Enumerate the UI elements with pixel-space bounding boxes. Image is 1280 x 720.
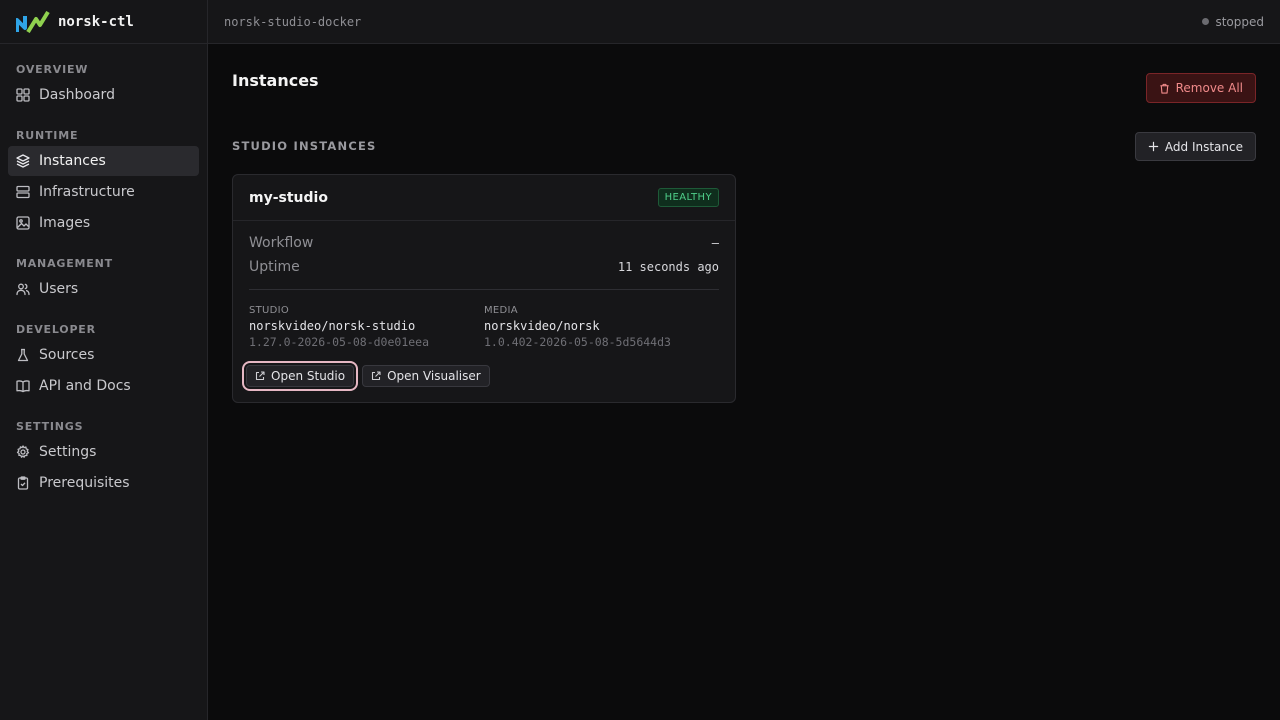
sidebar-item-label: Users xyxy=(39,281,79,297)
clipboard-icon xyxy=(17,476,29,490)
page-title: Instances xyxy=(232,71,319,90)
image-icon xyxy=(16,216,30,230)
nav-section-settings: SETTINGS Settings Prerequisites xyxy=(0,419,207,498)
sidebar-item-label: Infrastructure xyxy=(39,184,135,200)
sidebar-item-label: API and Docs xyxy=(39,378,131,394)
sidebar: norsk-ctl OVERVIEW Dashboard RUNTIME Ins… xyxy=(0,0,208,720)
add-instance-label: Add Instance xyxy=(1164,139,1243,154)
media-image-name: norskvideo/norsk xyxy=(484,319,600,333)
nav-section-title: OVERVIEW xyxy=(16,63,89,76)
sidebar-item-settings[interactable]: Settings xyxy=(8,437,199,467)
workflow-label: Workflow xyxy=(249,235,314,251)
sidebar-item-images[interactable]: Images xyxy=(8,208,199,238)
open-visualiser-label: Open Visualiser xyxy=(387,369,481,383)
sidebar-item-label: Prerequisites xyxy=(39,475,130,491)
sidebar-item-label: Images xyxy=(39,215,91,231)
image-info: STUDIO norskvideo/norsk-studio 1.27.0-20… xyxy=(249,305,719,349)
instance-name: my-studio xyxy=(249,189,328,206)
status-indicator: stopped xyxy=(1202,15,1264,29)
instance-card: my-studio HEALTHY Workflow – Uptime 11 s… xyxy=(232,174,736,403)
brand[interactable]: norsk-ctl xyxy=(0,0,207,44)
sidebar-item-infrastructure[interactable]: Infrastructure xyxy=(8,177,199,207)
status-dot-icon xyxy=(1202,18,1210,25)
nav-section-title: RUNTIME xyxy=(16,129,79,142)
sidebar-item-sources[interactable]: Sources xyxy=(8,340,199,370)
sidebar-item-label: Instances xyxy=(39,153,106,169)
nav-section-overview: OVERVIEW Dashboard xyxy=(0,62,207,110)
sidebar-item-instances[interactable]: Instances xyxy=(8,146,199,176)
external-link-icon xyxy=(372,371,381,381)
open-studio-label: Open Studio xyxy=(271,369,346,383)
plus-icon xyxy=(1148,141,1159,152)
sidebar-item-label: Settings xyxy=(39,444,97,460)
status-text: stopped xyxy=(1215,14,1264,29)
book-icon xyxy=(16,380,30,393)
workflow-row: Workflow – xyxy=(249,231,719,255)
open-visualiser-button[interactable]: Open Visualiser xyxy=(362,365,490,387)
flask-icon xyxy=(17,348,29,362)
topbar: norsk-studio-docker stopped xyxy=(208,0,1280,44)
layers-icon xyxy=(16,154,30,168)
main-content: Instances Remove All STUDIO INSTANCES Ad… xyxy=(208,44,1280,720)
nav-section-management: MANAGEMENT Users xyxy=(0,256,207,304)
sidebar-item-dashboard[interactable]: Dashboard xyxy=(8,80,199,110)
nav-section-runtime: RUNTIME Instances Infrastructure Images xyxy=(0,128,207,238)
sidebar-item-label: Sources xyxy=(39,347,95,363)
trash-icon xyxy=(1159,83,1169,94)
uptime-label: Uptime xyxy=(249,259,300,275)
grid-icon xyxy=(16,88,30,102)
server-icon xyxy=(16,185,30,199)
remove-all-label: Remove All xyxy=(1175,81,1243,95)
instance-card-header: my-studio HEALTHY xyxy=(233,175,735,221)
sidebar-item-prerequisites[interactable]: Prerequisites xyxy=(8,468,199,498)
health-badge: HEALTHY xyxy=(657,188,719,207)
nav-section-developer: DEVELOPER Sources API and Docs xyxy=(0,322,207,401)
nav-section-title: MANAGEMENT xyxy=(16,257,113,270)
studio-image-version: 1.27.0-2026-05-08-d0e01eea xyxy=(249,335,430,349)
nav-section-title: DEVELOPER xyxy=(16,323,96,336)
add-instance-button[interactable]: Add Instance xyxy=(1134,132,1256,161)
divider xyxy=(249,289,719,290)
app-name: norsk-ctl xyxy=(58,13,134,30)
users-icon xyxy=(16,283,30,296)
context-name: norsk-studio-docker xyxy=(224,14,362,29)
sidebar-item-label: Dashboard xyxy=(39,87,115,103)
instance-actions: Open Studio Open Visualiser xyxy=(246,365,719,387)
instance-card-body: Workflow – Uptime 11 seconds ago STUDIO … xyxy=(233,231,735,387)
norsk-logo-icon xyxy=(16,10,50,34)
section-title: STUDIO INSTANCES xyxy=(232,139,377,153)
uptime-row: Uptime 11 seconds ago xyxy=(249,255,719,279)
sidebar-item-api-and-docs[interactable]: API and Docs xyxy=(8,371,199,401)
sidebar-item-users[interactable]: Users xyxy=(8,274,199,304)
open-studio-button[interactable]: Open Studio xyxy=(246,365,355,387)
remove-all-button[interactable]: Remove All xyxy=(1145,73,1256,103)
studio-image-name: norskvideo/norsk-studio xyxy=(249,319,416,333)
external-link-icon xyxy=(255,371,265,381)
workflow-value: – xyxy=(711,236,719,250)
nav-section-title: SETTINGS xyxy=(16,420,84,433)
studio-image-info: STUDIO norskvideo/norsk-studio 1.27.0-20… xyxy=(249,305,484,349)
sidebar-nav: OVERVIEW Dashboard RUNTIME Instances Inf… xyxy=(0,44,207,498)
studio-label: STUDIO xyxy=(249,305,290,316)
media-label: MEDIA xyxy=(484,305,518,316)
gear-icon xyxy=(16,445,30,458)
media-image-info: MEDIA norskvideo/norsk 1.0.402-2026-05-0… xyxy=(484,305,719,349)
media-image-version: 1.0.402-2026-05-08-5d5644d3 xyxy=(484,335,671,349)
uptime-value: 11 seconds ago xyxy=(617,260,719,274)
